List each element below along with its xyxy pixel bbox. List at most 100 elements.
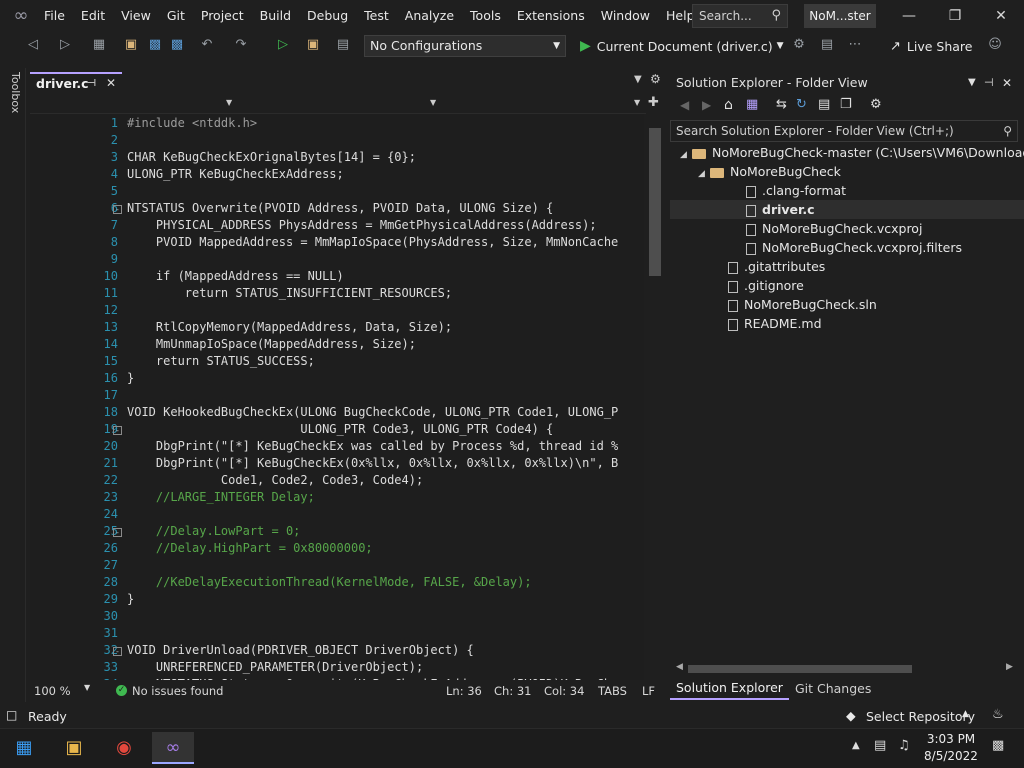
output-icon[interactable]: □ <box>6 708 17 722</box>
indent-mode[interactable]: TABS <box>598 684 627 698</box>
code-line[interactable]: DbgPrint("[*] KeBugCheckEx was called by… <box>127 439 618 453</box>
settings-gear-icon[interactable]: ⚙ <box>650 72 661 86</box>
code-line[interactable]: MmUnmapIoSpace(MappedAddress, Size); <box>127 337 416 351</box>
menu-build[interactable]: Build <box>252 0 299 32</box>
solution-name-badge[interactable]: NoM...ster <box>804 4 876 28</box>
chevron-down-icon[interactable]: ▼ <box>84 683 90 692</box>
chevron-up-icon[interactable]: ▲ <box>852 740 860 751</box>
code-line[interactable]: RtlCopyMemory(MappedAddress, Data, Size)… <box>127 320 452 334</box>
menu-debug[interactable]: Debug <box>299 0 356 32</box>
collapse-all-icon[interactable]: ▤ <box>818 97 830 112</box>
close-tab-icon[interactable]: ✕ <box>106 74 116 93</box>
code-line[interactable]: UNREFERENCED_PARAMETER(DriverObject); <box>127 660 423 674</box>
menu-project[interactable]: Project <box>193 0 252 32</box>
code-line[interactable]: } <box>127 592 134 606</box>
menu-file[interactable]: File <box>36 0 73 32</box>
menu-edit[interactable]: Edit <box>73 0 113 32</box>
redo-icon[interactable]: ↷ <box>232 36 250 54</box>
hot-reload-icon[interactable]: ⚙ <box>790 36 808 54</box>
code-line[interactable]: //KeDelayExecutionThread(KernelMode, FAL… <box>127 575 532 589</box>
issues-status[interactable]: No issues found <box>132 684 223 698</box>
open-folder-icon[interactable]: ▣ <box>122 36 140 54</box>
code-line[interactable]: DbgPrint("[*] KeBugCheckEx(0x%llx, 0x%ll… <box>127 456 618 470</box>
pin-icon[interactable]: ⊣ <box>984 72 994 94</box>
undo-icon[interactable]: ↶ <box>198 36 216 54</box>
close-window-icon[interactable]: ✕ <box>978 0 1024 32</box>
code-line[interactable]: //Delay.LowPart = 0; <box>127 524 301 538</box>
chevron-down-icon[interactable]: ▼ <box>430 98 436 107</box>
code-line[interactable]: CHAR KeBugCheckExOrignalBytes[14] = {0}; <box>127 150 416 164</box>
menu-git[interactable]: Git <box>159 0 193 32</box>
tree-item[interactable]: .gitattributes <box>670 257 1024 276</box>
toolbox-tab[interactable]: Toolbox <box>4 72 22 118</box>
menu-extensions[interactable]: Extensions <box>509 0 593 32</box>
sync-icon[interactable]: ⇆ <box>776 97 787 112</box>
account-icon[interactable]: ☺ <box>986 36 1004 54</box>
tab-driver-c[interactable]: driver.c ⊣ ✕ <box>30 72 122 94</box>
chevron-up-icon[interactable]: ▲ <box>962 709 969 719</box>
menu-view[interactable]: View <box>113 0 159 32</box>
code-line[interactable]: PVOID MappedAddress = MmMapIoSpace(PhysA… <box>127 235 618 249</box>
close-panel-icon[interactable]: ✕ <box>1002 72 1012 94</box>
tab-solution-explorer[interactable]: Solution Explorer <box>670 678 789 700</box>
solution-scroll-thumb[interactable] <box>688 665 912 673</box>
code-line[interactable]: VOID DriverUnload(PDRIVER_OBJECT DriverO… <box>127 643 474 657</box>
configuration-dropdown[interactable]: No Configurations ▼ <box>364 35 566 57</box>
new-project-icon[interactable]: ▦ <box>90 36 108 54</box>
forward-nav-icon[interactable]: ▷ <box>56 36 74 54</box>
back-icon[interactable]: ◀ <box>680 98 689 112</box>
tree-item[interactable]: NoMoreBugCheck.vcxproj <box>670 219 1024 238</box>
file-explorer-icon[interactable]: ▣ <box>56 732 92 764</box>
toolbar-more-icon[interactable]: ⋯ <box>846 36 864 54</box>
pin-icon[interactable]: ⊣ <box>87 74 96 93</box>
menu-analyze[interactable]: Analyze <box>397 0 462 32</box>
code-line[interactable]: ULONG_PTR Code3, ULONG_PTR Code4) { <box>127 422 553 436</box>
scroll-left-icon[interactable]: ◀ <box>676 662 683 672</box>
collapse-region-icon[interactable]: - <box>113 528 122 537</box>
tree-item[interactable]: .clang-format <box>670 181 1024 200</box>
tree-item[interactable]: driver.c <box>670 200 1024 219</box>
cursor-char[interactable]: Ch: 31 <box>494 684 531 698</box>
line-ending[interactable]: LF <box>642 684 655 698</box>
chrome-icon[interactable]: ◉ <box>106 732 142 764</box>
collapse-region-icon[interactable]: - <box>113 205 122 214</box>
save-all-icon[interactable]: ▩ <box>168 36 186 54</box>
split-editor-icon[interactable]: ✚ <box>648 95 659 110</box>
code-line[interactable]: NTSTATUS Status = Overwrite(KeBugCheckEx… <box>127 677 618 680</box>
tree-item[interactable]: ◢ NoMoreBugCheck <box>670 162 1024 181</box>
select-repository-button[interactable]: Select Repository <box>866 709 975 724</box>
chevron-down-icon[interactable]: ▼ <box>634 98 640 107</box>
window-layout-icon[interactable]: ▤ <box>334 36 352 54</box>
browse-folder-icon[interactable]: ▣ <box>304 36 322 54</box>
menu-window[interactable]: Window <box>593 0 658 32</box>
tree-item[interactable]: NoMoreBugCheck.sln <box>670 295 1024 314</box>
windows-start-icon[interactable]: ▦ <box>6 732 42 764</box>
code-line[interactable]: ULONG_PTR KeBugCheckExAddress; <box>127 167 344 181</box>
back-nav-icon[interactable]: ◁ <box>24 36 42 54</box>
chevron-down-icon[interactable]: ▼ <box>226 98 232 107</box>
taskbar-clock[interactable]: 3:03 PM 8/5/2022 <box>920 731 982 765</box>
code-line[interactable]: #include <ntddk.h> <box>127 116 257 130</box>
restore-icon[interactable]: ❐ <box>932 0 978 32</box>
code-line[interactable]: return STATUS_SUCCESS; <box>127 354 315 368</box>
cursor-line[interactable]: Ln: 36 <box>446 684 482 698</box>
switch-views-icon[interactable]: ▦ <box>746 97 758 112</box>
tree-item[interactable]: ◢ NoMoreBugCheck-master (C:\Users\VM6\Dow… <box>670 143 1024 162</box>
save-icon[interactable]: ▩ <box>146 36 164 54</box>
zoom-level[interactable]: 100 % <box>34 684 71 698</box>
speaker-icon[interactable]: ♫ <box>898 738 910 753</box>
tree-item[interactable]: .gitignore <box>670 276 1024 295</box>
code-line[interactable]: if (MappedAddress == NULL) <box>127 269 344 283</box>
tab-git-changes[interactable]: Git Changes <box>789 679 877 699</box>
show-all-files-icon[interactable]: ❐ <box>840 97 852 112</box>
notifications-bell-icon[interactable]: ♨ <box>992 707 1004 722</box>
code-line[interactable]: //LARGE_INTEGER Delay; <box>127 490 315 504</box>
solution-explorer-search-input[interactable]: Search Solution Explorer - Folder View (… <box>670 120 1018 142</box>
editor-scroll-thumb[interactable] <box>649 128 661 276</box>
cursor-col[interactable]: Col: 34 <box>544 684 584 698</box>
scroll-right-icon[interactable]: ▶ <box>1006 662 1013 672</box>
minimize-icon[interactable]: — <box>886 0 932 32</box>
tab-list-icon[interactable]: ▼ <box>634 74 642 85</box>
menu-tools[interactable]: Tools <box>462 0 509 32</box>
tree-item[interactable]: README.md <box>670 314 1024 333</box>
